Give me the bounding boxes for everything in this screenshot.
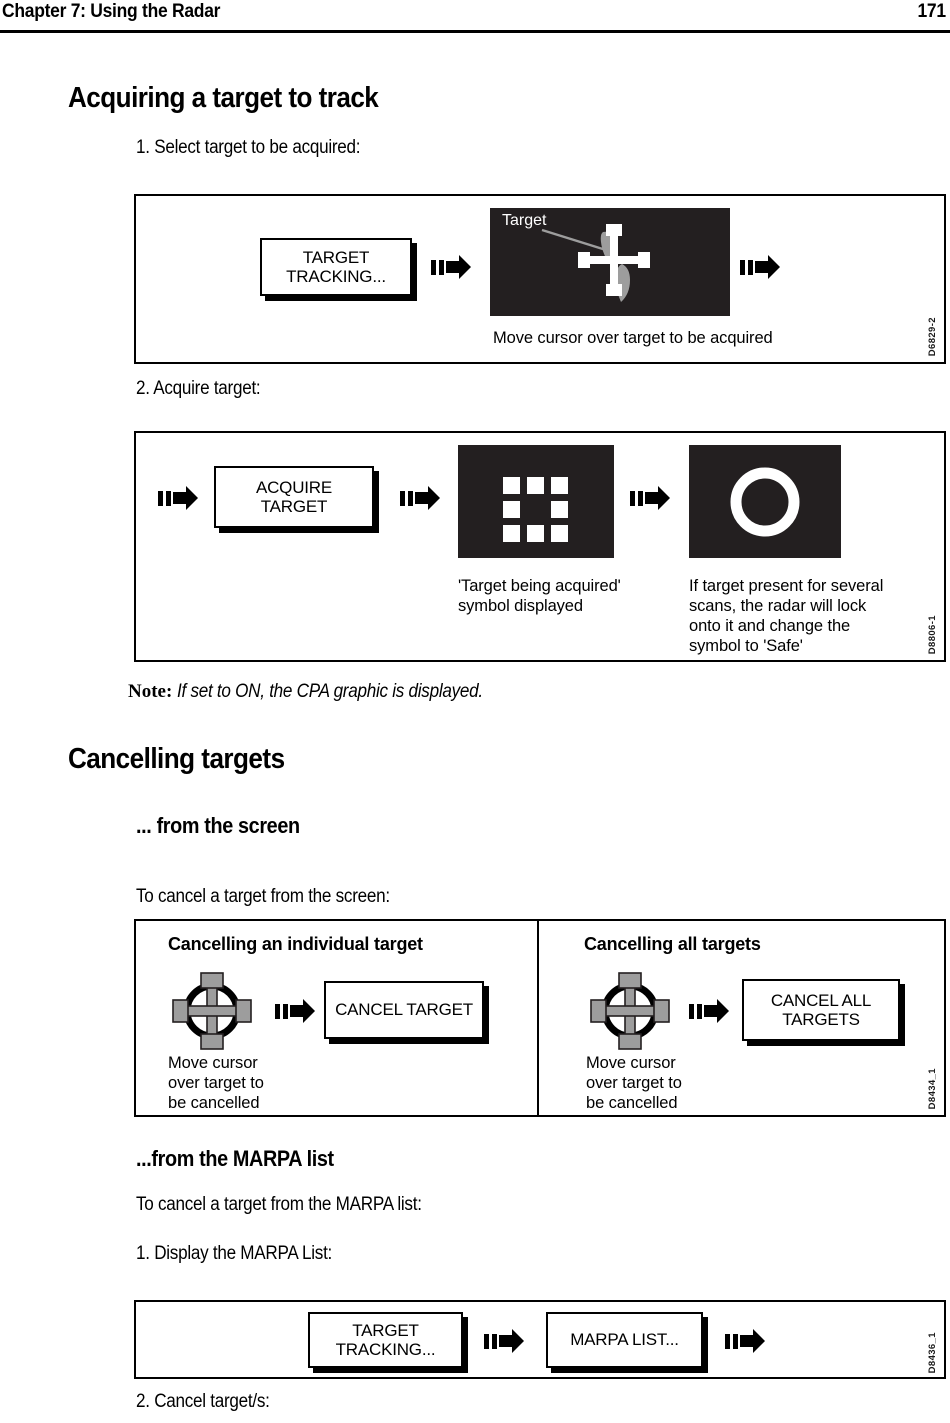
figure4-reference: D8436_1 bbox=[927, 1331, 938, 1373]
note: Note: If set to ON, the CPA graphic is d… bbox=[128, 681, 517, 703]
target-being-acquired-symbol bbox=[458, 445, 614, 558]
figure-acquire-step2: ACQUIRE TARGET 'Target being acquired' s… bbox=[134, 431, 946, 662]
figure3-reference: D8434_1 bbox=[927, 1067, 938, 1109]
softkey-acquire-target-label: ACQUIRE TARGET bbox=[255, 477, 333, 516]
page-header: Chapter 7: Using the Radar 171 bbox=[0, 0, 950, 30]
intro-from-the-marpa-list: To cancel a target from the MARPA list: bbox=[136, 1194, 422, 1215]
figure2-caption-safe: If target present for several scans, the… bbox=[689, 576, 934, 657]
subheading-from-the-marpa-list: ...from the MARPA list bbox=[136, 1146, 334, 1171]
figure3-divider bbox=[537, 921, 539, 1115]
softkey-cancel-target-label: CANCEL TARGET bbox=[335, 1000, 473, 1020]
right-arrow-icon bbox=[689, 998, 730, 1024]
page-title: Acquiring a target to track bbox=[68, 82, 379, 114]
figure2-caption-acquiring-line2: symbol displayed bbox=[458, 597, 583, 616]
softkey-target-tracking-2-line1: TARGET bbox=[352, 1320, 419, 1340]
step-2-acquire-target: 2. Acquire target: bbox=[136, 378, 261, 399]
figure3-right-caption: Move cursor over target to be cancelled bbox=[586, 1053, 736, 1113]
softkey-cancel-all-targets-line2: TARGETS bbox=[782, 1010, 860, 1029]
right-arrow-icon bbox=[275, 998, 316, 1024]
page-number: 171 bbox=[917, 1, 947, 22]
figure2-caption-safe-line4: symbol to 'Safe' bbox=[689, 637, 803, 656]
figure3-left-title: Cancelling an individual target bbox=[168, 934, 423, 954]
section-heading-cancelling-targets: Cancelling targets bbox=[68, 743, 285, 775]
right-arrow-icon bbox=[484, 1328, 525, 1354]
figure1-reference: D6829-2 bbox=[927, 316, 938, 356]
figure2-caption-acquiring: 'Target being acquired' symbol displayed bbox=[458, 576, 668, 616]
note-label: Note: bbox=[128, 681, 173, 702]
right-arrow-icon bbox=[725, 1328, 766, 1354]
softkey-cancel-all-targets-line1: CANCEL ALL bbox=[770, 990, 872, 1010]
softkey-cancel-all-targets[interactable]: CANCEL ALL TARGETS bbox=[742, 979, 900, 1041]
figure2-reference: D8806-1 bbox=[927, 614, 938, 654]
radar-cursor-icon bbox=[162, 971, 262, 1056]
figure-acquire-step1: TARGET TRACKING... Target Move cursor ov… bbox=[134, 194, 946, 364]
intro-from-the-screen: To cancel a target from the screen: bbox=[136, 886, 390, 907]
right-arrow-icon bbox=[630, 485, 671, 511]
figure3-right-caption-line1: Move cursor bbox=[586, 1054, 676, 1072]
radar-screen-cursor: Target bbox=[490, 208, 730, 316]
marpa-step-2: 2. Cancel target/s: bbox=[136, 1391, 270, 1412]
step-1-select-target: 1. Select target to be acquired: bbox=[136, 137, 361, 158]
radar-cursor-icon bbox=[580, 971, 680, 1056]
figure1-caption: Move cursor over target to be acquired bbox=[493, 329, 773, 347]
figure3-right-title: Cancelling all targets bbox=[584, 934, 761, 954]
softkey-acquire-target[interactable]: ACQUIRE TARGET bbox=[214, 466, 374, 528]
figure2-caption-safe-line1: If target present for several bbox=[689, 577, 884, 595]
figure2-caption-safe-line3: onto it and change the bbox=[689, 617, 851, 636]
figure3-right-caption-line2: over target to bbox=[586, 1074, 682, 1093]
figure3-right-caption-line3: be cancelled bbox=[586, 1094, 678, 1113]
softkey-target-tracking-2[interactable]: TARGET TRACKING... bbox=[308, 1312, 463, 1368]
softkey-cancel-target[interactable]: CANCEL TARGET bbox=[324, 981, 484, 1039]
figure2-caption-safe-line2: scans, the radar will lock bbox=[689, 597, 867, 616]
header-divider bbox=[0, 30, 950, 33]
softkey-marpa-list[interactable]: MARPA LIST... bbox=[546, 1312, 703, 1368]
marpa-step-1: 1. Display the MARPA List: bbox=[136, 1243, 333, 1264]
right-arrow-icon bbox=[158, 485, 199, 511]
figure3-left-caption: Move cursor over target to be cancelled bbox=[168, 1053, 318, 1113]
softkey-target-tracking[interactable]: TARGET TRACKING... bbox=[260, 238, 412, 296]
softkey-marpa-list-label: MARPA LIST... bbox=[570, 1330, 679, 1350]
safe-target-symbol bbox=[689, 445, 841, 558]
softkey-target-tracking-line1: TARGET bbox=[302, 247, 370, 267]
subheading-from-the-screen: ... from the screen bbox=[136, 813, 300, 838]
figure2-caption-acquiring-line1: 'Target being acquired' bbox=[458, 577, 621, 595]
right-arrow-icon bbox=[431, 254, 472, 280]
note-text: If set to ON, the CPA graphic is display… bbox=[177, 681, 484, 702]
chapter-title: Chapter 7: Using the Radar bbox=[2, 1, 221, 22]
right-arrow-icon bbox=[740, 254, 781, 280]
figure3-left-caption-line3: be cancelled bbox=[168, 1094, 260, 1113]
softkey-target-tracking-line2: TRACKING... bbox=[286, 267, 386, 286]
figure-display-marpa-list: TARGET TRACKING... MARPA LIST... D8436_1 bbox=[134, 1300, 946, 1379]
figure3-left-caption-line1: Move cursor bbox=[168, 1054, 258, 1072]
target-annotation-label: Target bbox=[502, 212, 547, 229]
figure3-left-caption-line2: over target to bbox=[168, 1074, 264, 1093]
figure-cancelling-targets: Cancelling an individual target CANCEL T… bbox=[134, 919, 946, 1117]
right-arrow-icon bbox=[400, 485, 441, 511]
softkey-target-tracking-2-line2: TRACKING... bbox=[335, 1340, 436, 1359]
